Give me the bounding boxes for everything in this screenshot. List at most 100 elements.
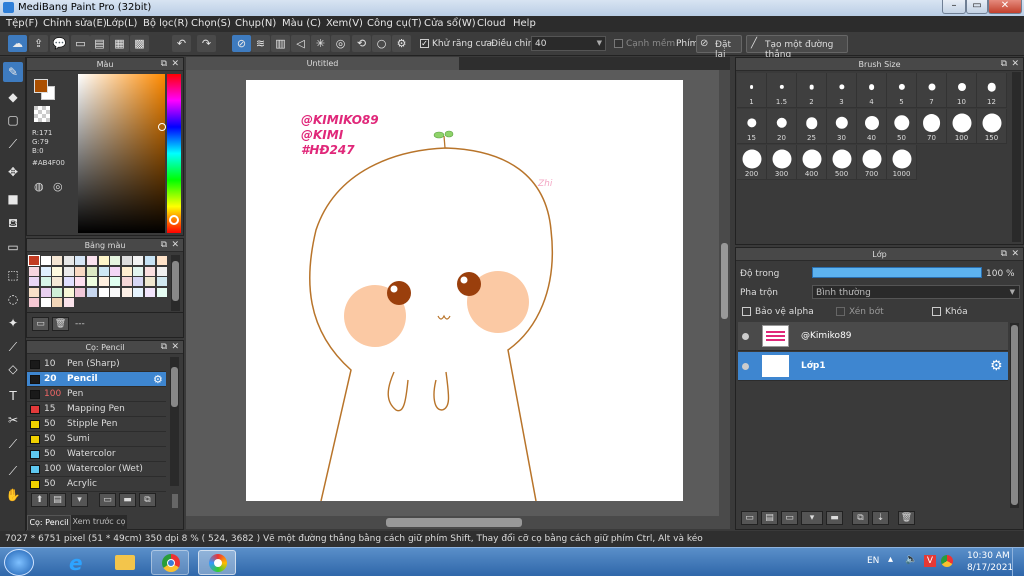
palette-swatch[interactable] — [110, 266, 121, 276]
menu-file[interactable]: Tệp(F) — [6, 18, 38, 29]
grid-icon[interactable]: ▩ — [130, 35, 149, 52]
scroll-thumb[interactable] — [172, 261, 179, 301]
menu-view[interactable]: Xem(V) — [326, 18, 363, 29]
close-button[interactable]: ✕ — [988, 0, 1022, 14]
eye-icon[interactable] — [742, 333, 749, 340]
clip-checkbox[interactable] — [836, 307, 845, 316]
brush-size-cell[interactable]: 700 — [857, 145, 887, 180]
brush-size-cell[interactable]: 3 — [827, 73, 857, 108]
popout-icon[interactable]: ⧉ — [161, 341, 167, 354]
brush-size-cell[interactable]: 100 — [947, 109, 977, 144]
radial-snap-icon[interactable]: ✳ — [311, 35, 330, 52]
palette-swatch[interactable] — [29, 266, 39, 276]
tab-brush[interactable]: Cọ: Pencil — [27, 515, 71, 530]
popout-icon[interactable]: ⧉ — [161, 58, 167, 71]
canvas-vscroll[interactable] — [719, 70, 730, 516]
brush-size-cell[interactable]: 500 — [827, 145, 857, 180]
brush-item[interactable]: 100 Pen — [27, 387, 166, 402]
palette-swatch[interactable] — [52, 298, 63, 308]
gear-icon[interactable]: ⚙ — [153, 373, 163, 386]
page-icon[interactable]: ▭ — [71, 35, 90, 52]
select-eraser-icon[interactable]: ◇ — [3, 359, 23, 379]
palette-swatch[interactable] — [156, 287, 167, 297]
opacity-slider[interactable] — [812, 267, 982, 278]
layer-row[interactable]: Lớp1 ⚙ — [738, 352, 1008, 381]
palette-swatch[interactable] — [98, 256, 109, 265]
new-8bit-layer-icon[interactable]: ▭ — [781, 511, 798, 525]
palette-swatch[interactable] — [145, 277, 155, 287]
layer-menu-icon[interactable]: ▾ — [801, 511, 823, 525]
tray-expand-icon[interactable]: ▴ — [888, 554, 893, 565]
brush-item[interactable]: 50 Acrylic — [27, 477, 166, 492]
panel-grip[interactable] — [172, 494, 178, 508]
palette-swatch[interactable] — [98, 266, 109, 276]
palette-swatch[interactable] — [121, 277, 132, 287]
v-app-icon[interactable]: V — [924, 555, 936, 567]
canvas-hscroll[interactable] — [186, 516, 730, 529]
layer-row[interactable]: @Kimiko89 — [738, 322, 1008, 351]
operation-tool-icon[interactable]: ⟋ — [3, 434, 23, 454]
palette-swatch[interactable] — [52, 287, 63, 297]
palette-swatch[interactable] — [40, 287, 51, 297]
tab-brush-preview[interactable]: Xem trước cọ — [71, 515, 127, 530]
brush-size-cell[interactable]: 4 — [857, 73, 887, 108]
palette-swatch[interactable] — [110, 256, 121, 265]
close-icon[interactable]: ✕ — [171, 341, 179, 354]
palette-swatch[interactable] — [133, 266, 144, 276]
gradient-tool-icon[interactable]: ▭ — [3, 237, 23, 257]
marquee-tool-icon[interactable]: ⬚ — [3, 265, 23, 285]
menu-capture[interactable]: Chụp(N) — [235, 18, 276, 29]
select-pen-icon[interactable]: ⟋ — [3, 337, 23, 357]
palette-swatch[interactable] — [63, 277, 74, 287]
eyedropper-icon[interactable]: ⟋ — [3, 461, 23, 481]
select-rect-icon[interactable]: ▢ — [3, 110, 23, 130]
scroll-thumb[interactable] — [386, 518, 522, 527]
brush-size-cell[interactable]: 1 — [737, 73, 767, 108]
palette-swatch[interactable] — [75, 256, 86, 265]
brush-size-cell[interactable]: 20 — [767, 109, 797, 144]
gear-icon[interactable]: ⚙ — [990, 358, 1003, 374]
palette-swatch[interactable] — [28, 255, 40, 266]
start-button[interactable] — [4, 549, 34, 576]
menu-window[interactable]: Cửa sổ(W) — [424, 18, 476, 29]
cloud-icon[interactable]: ☁ — [8, 35, 27, 52]
palette-swatch[interactable] — [110, 287, 121, 297]
color-wheel-icon[interactable]: ◍ — [34, 180, 50, 194]
comment-icon[interactable]: 💬 — [50, 35, 69, 52]
brush-size-cell[interactable]: 40 — [857, 109, 887, 144]
brush-size-cell[interactable]: 70 — [917, 109, 947, 144]
brush-size-cell[interactable]: 7 — [917, 73, 947, 108]
palette-swatch[interactable] — [29, 277, 39, 287]
document-icon[interactable]: ▤ — [90, 35, 109, 52]
brush-item[interactable]: 15 Mapping Pen — [27, 402, 166, 417]
brush-size-cell[interactable]: 2 — [797, 73, 827, 108]
brush-size-cell[interactable]: 25 — [797, 109, 827, 144]
palette-swatch[interactable] — [75, 266, 86, 276]
color-picker-icon[interactable]: ◎ — [53, 180, 69, 194]
brush-item[interactable]: 10 Pen (Sharp) — [27, 357, 166, 372]
move-tool-icon[interactable]: ✥ — [3, 162, 23, 182]
palette-swatch[interactable] — [40, 266, 51, 276]
ellipse-snap-icon[interactable]: ○ — [372, 35, 391, 52]
transparent-color-swatch[interactable] — [34, 106, 50, 122]
brush-item[interactable]: 100 Watercolor (Wet) — [27, 462, 166, 477]
document-icon[interactable]: ▭ — [99, 493, 116, 507]
clock-time[interactable]: 10:30 AM — [967, 551, 1010, 561]
text-tool-icon[interactable]: T — [3, 386, 23, 406]
show-desktop-button[interactable] — [1012, 548, 1024, 576]
palette-swatch[interactable] — [133, 256, 144, 265]
scroll-thumb[interactable] — [721, 243, 728, 319]
duplicate-layer-icon[interactable]: ⧉ — [852, 511, 869, 525]
palette-swatch[interactable] — [98, 287, 109, 297]
menu-layer[interactable]: Lớp(L) — [106, 18, 137, 29]
circle-snap-icon[interactable]: ◎ — [331, 35, 350, 52]
palette-swatch[interactable] — [156, 277, 167, 287]
brush-size-cell[interactable]: 5 — [887, 73, 917, 108]
hand-tool-icon[interactable]: ✋ — [3, 485, 23, 505]
palette-swatch[interactable] — [29, 287, 39, 297]
maximize-button[interactable]: ▭ — [966, 0, 988, 14]
layer-scrollbar[interactable] — [1010, 323, 1019, 508]
palette-swatch[interactable] — [156, 266, 167, 276]
menu-filter[interactable]: Bộ lọc(R) — [143, 18, 188, 29]
palette-swatch[interactable] — [156, 256, 167, 265]
